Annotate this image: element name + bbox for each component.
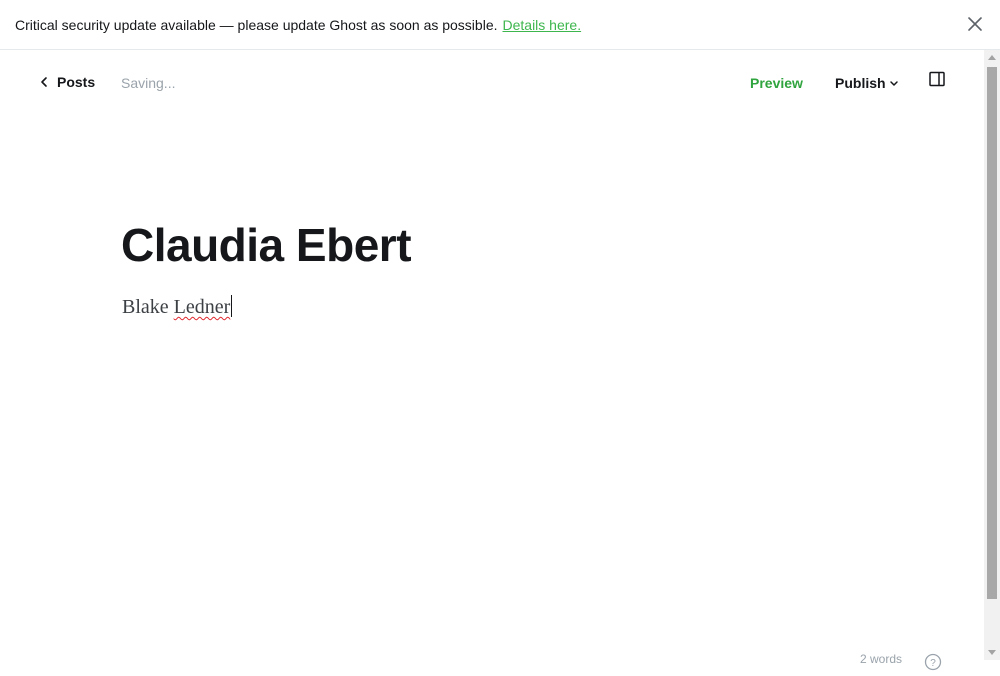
publish-button[interactable]: Publish [835,75,899,91]
back-link-label: Posts [57,74,96,90]
help-icon[interactable]: ? [924,653,942,671]
word-count: 2 words [860,652,903,666]
vertical-scrollbar[interactable] [984,50,1000,660]
scroll-up-arrow-icon[interactable] [984,50,1000,66]
close-icon[interactable] [966,15,984,33]
editor-header: Posts Saving... Preview Publish [0,50,984,116]
scrollbar-thumb[interactable] [987,67,997,599]
banner-message: Critical security update available — ple… [15,16,498,33]
back-to-posts-link[interactable]: Posts [39,74,95,90]
sidebar-toggle-icon[interactable] [928,70,946,88]
post-body-editor[interactable]: Blake Ledner [122,295,233,319]
publish-label: Publish [835,75,886,91]
body-text: Blake [122,296,169,318]
post-editor: Posts Saving... Preview Publish Claudia … [0,50,984,671]
save-status: Saving... [121,75,176,91]
chevron-down-icon [889,75,899,91]
text-caret [231,295,233,317]
chevron-left-icon [39,76,49,88]
security-update-banner: Critical security update available — ple… [0,0,1000,50]
preview-button[interactable]: Preview [750,75,803,91]
scroll-down-arrow-icon[interactable] [984,644,1000,660]
body-misspelled-word: Ledner [173,296,231,318]
post-title[interactable]: Claudia Ebert [121,218,412,272]
banner-details-link[interactable]: Details here. [503,17,582,33]
